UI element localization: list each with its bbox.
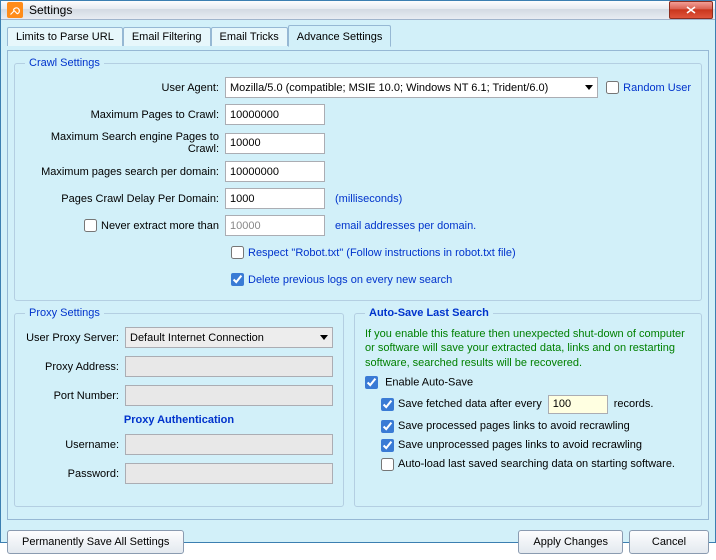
autosave-legend: Auto-Save Last Search — [365, 307, 493, 319]
delete-logs-checkbox[interactable] — [231, 273, 244, 286]
tab-email-tricks[interactable]: Email Tricks — [211, 27, 288, 46]
content-area: Limits to Parse URL Email Filtering Emai… — [1, 20, 715, 526]
save-unprocessed-label: Save unprocessed pages links to avoid re… — [398, 439, 642, 451]
max-domain-input[interactable] — [225, 161, 325, 182]
autoload-label: Auto-load last saved searching data on s… — [398, 458, 675, 470]
tab-panel-advance: Crawl Settings User Agent: Mozilla/5.0 (… — [7, 50, 709, 520]
proxy-port-input[interactable] — [125, 385, 333, 406]
autosave-desc: If you enable this feature then unexpect… — [365, 327, 691, 370]
enable-autosave-checkbox[interactable] — [365, 376, 378, 389]
delay-label: Pages Crawl Delay Per Domain: — [25, 193, 225, 205]
lower-columns: Proxy Settings User Proxy Server: Defaul… — [14, 307, 702, 513]
settings-window: Settings Limits to Parse URL Email Filte… — [0, 0, 716, 543]
button-bar: Permanently Save All Settings Apply Chan… — [1, 526, 715, 560]
save-processed-label: Save processed pages links to avoid recr… — [398, 420, 630, 432]
proxy-address-label: Proxy Address: — [25, 361, 125, 373]
tabstrip: Limits to Parse URL Email Filtering Emai… — [7, 24, 709, 46]
never-extract-checkbox[interactable] — [84, 219, 97, 232]
crawl-settings-group: Crawl Settings User Agent: Mozilla/5.0 (… — [14, 57, 702, 301]
delete-logs-label: Delete previous logs on every new search — [248, 274, 452, 286]
respect-robot-label: Respect "Robot.txt" (Follow instructions… — [248, 247, 516, 259]
proxy-column: Proxy Settings User Proxy Server: Defaul… — [14, 307, 344, 513]
random-user-label: Random User — [623, 82, 691, 94]
crawl-legend: Crawl Settings — [25, 57, 104, 69]
proxy-settings-group: Proxy Settings User Proxy Server: Defaul… — [14, 307, 344, 507]
proxy-server-value: Default Internet Connection — [130, 332, 264, 344]
user-agent-value: Mozilla/5.0 (compatible; MSIE 10.0; Wind… — [230, 82, 548, 94]
app-icon — [7, 2, 23, 18]
autosave-body: If you enable this feature then unexpect… — [365, 327, 691, 471]
window-title: Settings — [29, 3, 669, 17]
save-processed-checkbox[interactable] — [381, 420, 394, 433]
max-search-label: Maximum Search engine Pages to Crawl: — [25, 131, 225, 155]
save-unprocessed-checkbox[interactable] — [381, 439, 394, 452]
user-agent-label: User Agent: — [25, 82, 225, 94]
proxy-auth-heading: Proxy Authentication — [25, 414, 333, 426]
close-button[interactable] — [669, 1, 713, 19]
cancel-button[interactable]: Cancel — [629, 530, 709, 554]
proxy-pass-label: Password: — [25, 468, 125, 480]
proxy-address-input[interactable] — [125, 356, 333, 377]
max-domain-label: Maximum pages search per domain: — [25, 166, 225, 178]
random-user-checkbox[interactable] — [606, 81, 619, 94]
tab-limits-parse-url[interactable]: Limits to Parse URL — [7, 27, 123, 46]
save-fetched-suffix: records. — [614, 398, 654, 410]
close-icon — [686, 6, 696, 14]
save-fetched-prefix: Save fetched data after every — [398, 398, 542, 410]
respect-robot-checkbox[interactable] — [231, 246, 244, 259]
delay-unit: (milliseconds) — [335, 193, 402, 205]
autosave-group: Auto-Save Last Search If you enable this… — [354, 307, 702, 507]
titlebar: Settings — [1, 1, 715, 20]
max-search-input[interactable] — [225, 133, 325, 154]
never-extract-label: Never extract more than — [101, 220, 219, 232]
enable-autosave-label: Enable Auto-Save — [385, 376, 473, 388]
autoload-checkbox[interactable] — [381, 458, 394, 471]
proxy-server-label: User Proxy Server: — [25, 332, 125, 344]
permanently-save-button[interactable]: Permanently Save All Settings — [7, 530, 184, 554]
never-extract-input[interactable] — [225, 215, 325, 236]
delay-input[interactable] — [225, 188, 325, 209]
proxy-legend: Proxy Settings — [25, 307, 104, 319]
tab-advance-settings[interactable]: Advance Settings — [288, 25, 392, 47]
never-extract-wrap: Never extract more than — [25, 219, 225, 232]
apply-changes-button[interactable]: Apply Changes — [518, 530, 623, 554]
spacer — [190, 530, 512, 554]
never-extract-suffix: email addresses per domain. — [335, 220, 476, 232]
tab-email-filtering[interactable]: Email Filtering — [123, 27, 211, 46]
user-agent-dropdown[interactable]: Mozilla/5.0 (compatible; MSIE 10.0; Wind… — [225, 77, 598, 98]
max-pages-input[interactable] — [225, 104, 325, 125]
proxy-server-dropdown[interactable]: Default Internet Connection — [125, 327, 333, 348]
autosave-column: Auto-Save Last Search If you enable this… — [354, 307, 702, 513]
proxy-user-label: Username: — [25, 439, 125, 451]
max-pages-label: Maximum Pages to Crawl: — [25, 109, 225, 121]
save-fetched-input[interactable] — [548, 395, 608, 414]
proxy-pass-input[interactable] — [125, 463, 333, 484]
proxy-port-label: Port Number: — [25, 390, 125, 402]
save-fetched-checkbox[interactable] — [381, 398, 394, 411]
proxy-user-input[interactable] — [125, 434, 333, 455]
